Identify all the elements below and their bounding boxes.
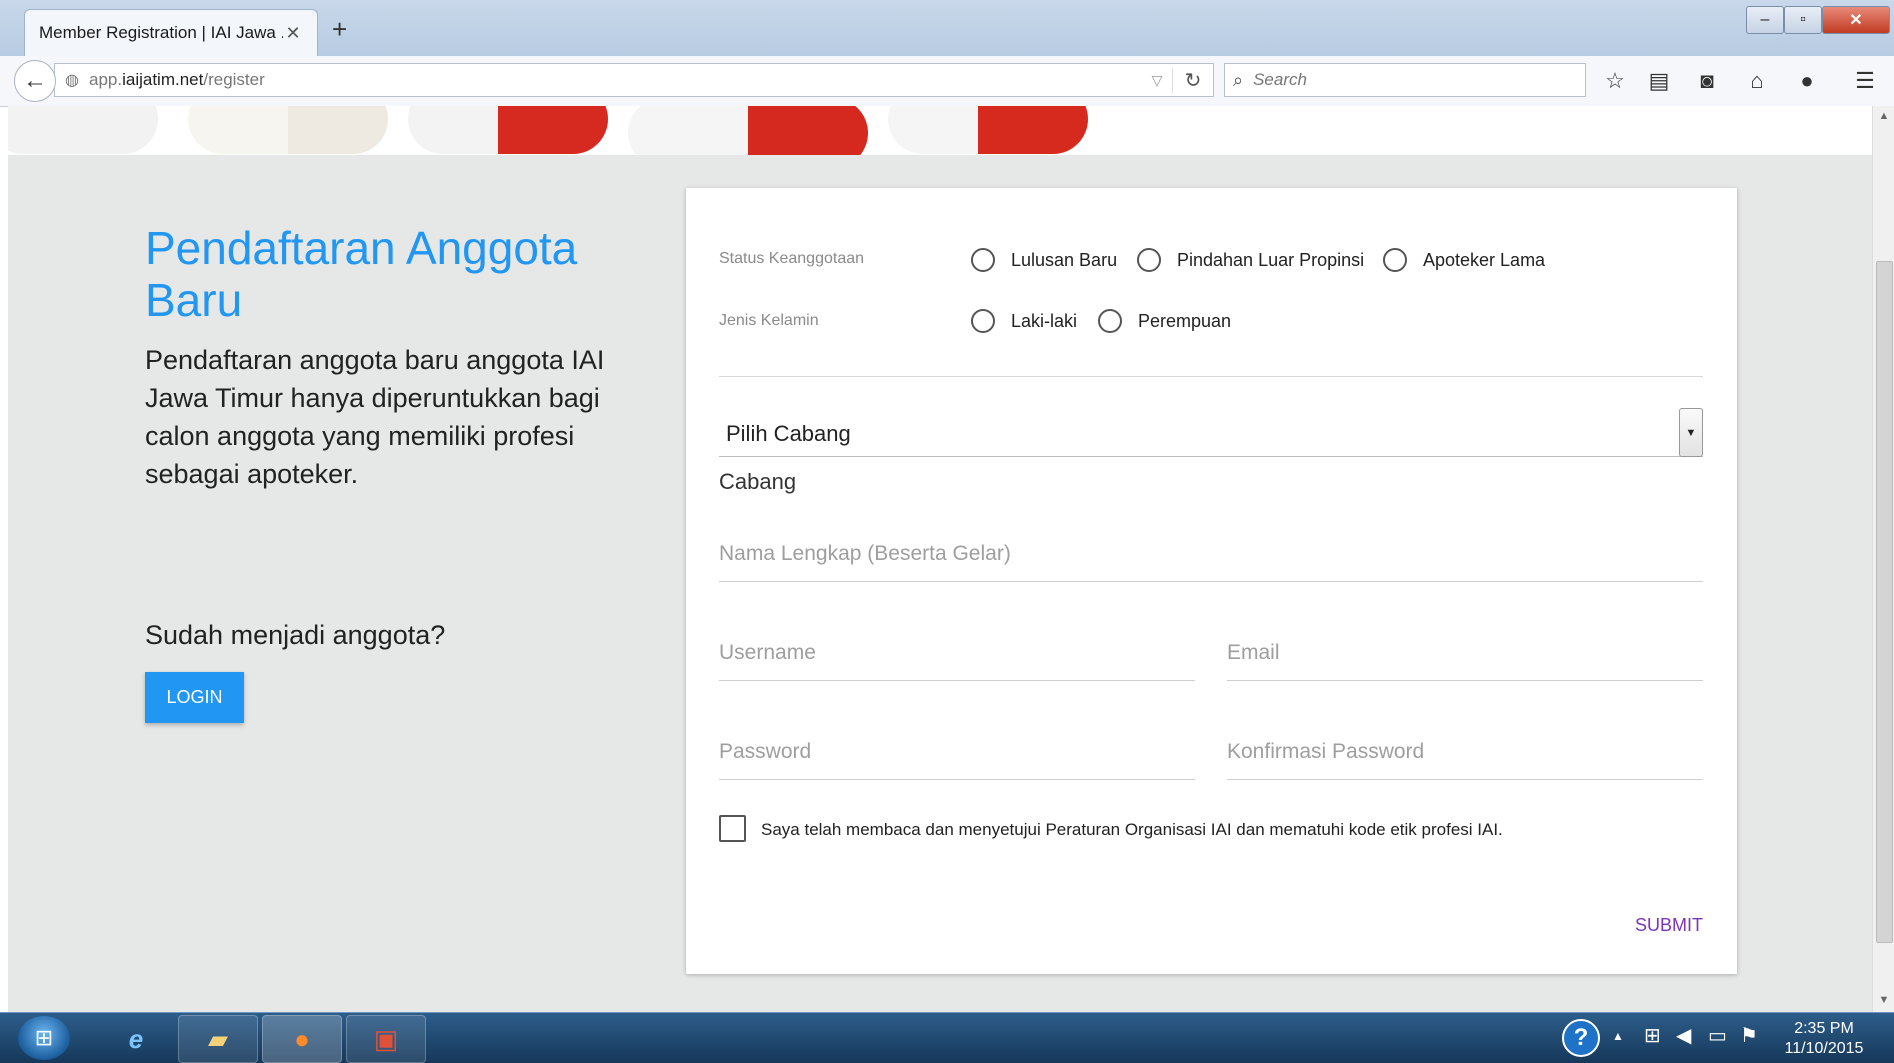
browser-navbar: ◍ app.iaijatim.net/register ▽ ↻ ← ⌕ ☆ ▤ … <box>0 56 1894 107</box>
firefox-icon[interactable]: ● <box>262 1015 342 1063</box>
scroll-thumb[interactable] <box>1876 261 1893 943</box>
radio-circle-icon[interactable] <box>1098 309 1122 333</box>
back-arrow-icon: ← <box>23 67 47 94</box>
radio-label: Apoteker Lama <box>1423 249 1546 270</box>
powerpoint-icon[interactable]: ▣ <box>346 1015 426 1063</box>
radio-perempuan[interactable]: Perempuan <box>1098 309 1231 333</box>
url-dropdown-icon[interactable]: ▽ <box>1142 72 1172 89</box>
radio-lulusan-baru[interactable]: Lulusan Baru <box>971 248 1117 272</box>
url-text[interactable]: app.iaijatim.net/register <box>89 70 1142 90</box>
page-content: Pendaftaran Anggota Baru Pendaftaran ang… <box>8 106 1872 1012</box>
menu-icon[interactable]: ☰ <box>1850 66 1880 96</box>
fullname-input[interactable] <box>719 542 1703 566</box>
scroll-down-icon[interactable]: ▼ <box>1873 994 1894 1006</box>
radio-laki-laki[interactable]: Laki-laki <box>971 309 1077 333</box>
branch-select[interactable]: Pilih Cabang ▼ <box>719 408 1703 457</box>
browser-tabstrip: Member Registration | IAI Jawa ... ✕ + –… <box>0 0 1894 56</box>
new-tab-icon[interactable]: + <box>332 14 347 45</box>
home-icon[interactable]: ⌂ <box>1742 66 1772 96</box>
email-input[interactable] <box>1227 641 1703 665</box>
clock-time: 2:35 PM <box>1794 1020 1854 1037</box>
page-scrollbar[interactable]: ▲ ▼ <box>1872 106 1894 1012</box>
internet-explorer-icon[interactable]: e <box>96 1015 176 1063</box>
file-explorer-icon[interactable]: ▰ <box>178 1015 258 1063</box>
back-button[interactable]: ← <box>14 60 56 102</box>
clock-date: 11/10/2015 <box>1784 1040 1864 1057</box>
action-center-flag-icon[interactable]: ⚑ <box>1740 1023 1758 1048</box>
radio-label: Pindahan Luar Propinsi <box>1177 249 1365 270</box>
globe-icon: ◍ <box>65 72 79 89</box>
radio-label: Perempuan <box>1138 310 1232 331</box>
radio-circle-icon[interactable] <box>971 309 995 333</box>
banner-capsule <box>8 106 158 154</box>
windows-flag-icon[interactable]: ⊞ <box>1644 1023 1661 1048</box>
radio-pindahan-luar-propinsi[interactable]: Pindahan Luar Propinsi <box>1137 248 1364 272</box>
radio-circle-icon[interactable] <box>1137 248 1161 272</box>
reading-list-icon[interactable]: ▤ <box>1644 66 1674 96</box>
address-bar[interactable]: ◍ app.iaijatim.net/register ▽ ↻ <box>54 63 1214 97</box>
url-prefix: app. <box>89 70 123 89</box>
close-window-icon[interactable]: ✕ <box>1822 6 1890 34</box>
search-icon: ⌕ <box>1233 69 1244 90</box>
agreement-checkbox[interactable] <box>719 815 746 842</box>
radio-circle-icon[interactable] <box>971 248 995 272</box>
username-field[interactable] <box>719 641 1195 681</box>
page-title: Pendaftaran Anggota Baru <box>145 222 578 326</box>
confirm-password-input[interactable] <box>1227 740 1703 764</box>
password-input[interactable] <box>719 740 1195 764</box>
header-banner-image <box>8 106 1872 155</box>
branch-caption: Cabang <box>719 469 797 494</box>
banner-capsule <box>408 106 608 154</box>
taskbar-clock[interactable]: 2:35 PM 11/10/2015 <box>1778 1019 1870 1059</box>
login-button[interactable]: LOGIN <box>145 672 244 723</box>
maximize-icon[interactable]: ▫ <box>1784 6 1822 34</box>
password-field[interactable] <box>719 740 1195 780</box>
banner-capsule <box>628 106 868 155</box>
banner-capsule <box>888 106 1088 154</box>
scroll-up-icon[interactable]: ▲ <box>1873 110 1894 122</box>
registration-form-card: Status Keanggotaan Lulusan Baru Pindahan… <box>686 188 1737 974</box>
radio-label: Laki-laki <box>1011 310 1078 331</box>
browser-tab[interactable]: Member Registration | IAI Jawa ... ✕ <box>24 9 318 56</box>
help-icon[interactable]: ? <box>1562 1019 1600 1057</box>
confirm-password-field[interactable] <box>1227 740 1703 780</box>
banner-capsule <box>188 106 388 154</box>
branch-select-value: Pilih Cabang <box>726 421 851 446</box>
username-input[interactable] <box>719 641 1195 665</box>
bookmark-star-icon[interactable]: ☆ <box>1600 66 1630 96</box>
minimize-icon[interactable]: – <box>1746 6 1784 34</box>
pocket-icon[interactable]: ◙ <box>1692 66 1722 96</box>
page-description: Pendaftaran anggota baru anggota IAI Jaw… <box>145 345 605 489</box>
tab-title: Member Registration | IAI Jawa ... <box>39 23 283 42</box>
status-label: Status Keanggotaan <box>719 250 865 267</box>
radio-circle-icon[interactable] <box>1383 248 1407 272</box>
reload-icon[interactable]: ↻ <box>1172 67 1213 93</box>
tray-expand-icon[interactable]: ▲ <box>1612 1029 1624 1043</box>
agreement-label: Saya telah membaca dan menyetujui Peratu… <box>761 820 1503 839</box>
section-divider <box>719 376 1703 377</box>
email-field[interactable] <box>1227 641 1703 681</box>
url-host: iaijatim.net <box>122 70 204 89</box>
gender-label: Jenis Kelamin <box>719 312 819 329</box>
network-icon[interactable]: ▭ <box>1708 1023 1727 1048</box>
tab-close-icon[interactable]: ✕ <box>283 23 303 44</box>
windows-taskbar: ⊞ e ▰ ● ▣ ? ▲ ⊞ ◀ ▭ ⚑ 2:35 PM 11/10/2015 <box>0 1012 1894 1063</box>
fullname-field[interactable] <box>719 542 1703 582</box>
search-bar[interactable]: ⌕ <box>1224 63 1586 97</box>
start-button-icon[interactable]: ⊞ <box>18 1016 70 1060</box>
submit-button[interactable]: SUBMIT <box>1635 915 1703 936</box>
dropdown-arrow-icon[interactable]: ▼ <box>1679 408 1703 457</box>
volume-icon[interactable]: ◀ <box>1676 1023 1691 1048</box>
search-input[interactable] <box>1251 69 1556 91</box>
radio-label: Lulusan Baru <box>1011 249 1118 270</box>
member-question: Sudah menjadi anggota? <box>145 620 446 650</box>
radio-apoteker-lama[interactable]: Apoteker Lama <box>1383 248 1545 272</box>
chat-icon[interactable]: ● <box>1792 66 1822 96</box>
url-path: /register <box>203 70 265 89</box>
